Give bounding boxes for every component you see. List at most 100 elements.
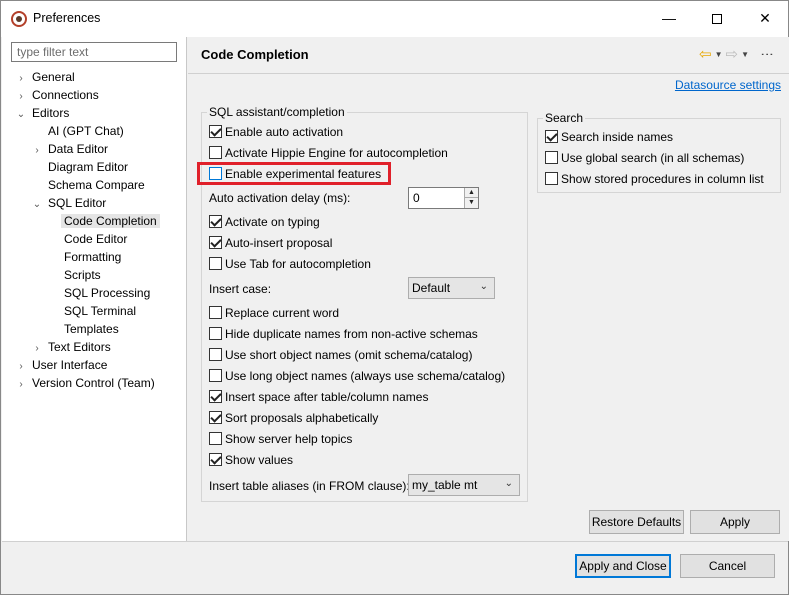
checkbox-box[interactable] [209,215,222,228]
preference-page: Code Completion ⇦ ▼ ⇨ ▼ ⋮ Datasource set… [188,37,789,541]
back-dropdown-icon[interactable]: ▼ [715,50,723,59]
preferences-window: Preferences — ✕ type filter text › Genera… [0,0,789,595]
checkbox-box[interactable] [209,390,222,403]
checkbox-box[interactable] [209,146,222,159]
spin-up-icon[interactable]: ▲ [465,188,478,198]
more-options-icon[interactable]: ⋮ [760,48,775,60]
sort-alpha-checkbox[interactable]: Sort proposals alphabetically [209,410,378,426]
spin-down-icon[interactable]: ▼ [465,198,478,208]
checkbox-box[interactable] [209,348,222,361]
close-button[interactable]: ✕ [742,1,788,35]
short-names-checkbox[interactable]: Use short object names (omit schema/cata… [209,347,472,363]
replace-word-checkbox[interactable]: Replace current word [209,305,339,321]
tree-item-label: Version Control (Team) [32,376,155,390]
chevron-down-icon[interactable]: ⌄ [16,106,26,124]
search-inside-names-checkbox[interactable]: Search inside names [545,129,673,145]
maximize-button[interactable] [694,1,740,35]
tree-item[interactable]: › Data Editor [32,140,108,158]
tree-item-label: Diagram Editor [48,160,129,174]
tree-item[interactable]: SQL Processing [48,284,150,302]
cancel-button[interactable]: Cancel [680,554,775,578]
alias-label: Insert table aliases (in FROM clause): [209,479,410,493]
show-values-checkbox[interactable]: Show values [209,452,293,468]
page-header: Code Completion ⇦ ▼ ⇨ ▼ ⋮ [188,37,789,73]
checkbox-box[interactable] [545,130,558,143]
insert-space-checkbox[interactable]: Insert space after table/column names [209,389,428,405]
tree-item-label: Connections [32,88,99,102]
experimental-features-checkbox[interactable]: Enable experimental features [209,166,381,182]
tree-item-label: General [32,70,75,84]
tree-item[interactable]: ⌄ Editors [16,104,70,124]
tree-item[interactable]: › General [16,68,75,86]
delay-label: Auto activation delay (ms): [209,191,351,205]
checkbox-box[interactable] [545,172,558,185]
enable-auto-activation-checkbox[interactable]: Enable auto activation [209,124,343,140]
checkbox-box[interactable] [209,306,222,319]
checkbox-box[interactable] [209,369,222,382]
apply-button[interactable]: Apply [690,510,780,534]
page-title: Code Completion [201,47,309,62]
tree-item[interactable]: Diagram Editor [32,158,128,176]
sql-assistant-legend: SQL assistant/completion [209,105,345,119]
header-divider [188,73,789,74]
tree-item[interactable]: Formatting [48,248,121,266]
restore-defaults-button[interactable]: Restore Defaults [589,510,684,534]
tree-item[interactable]: SQL Terminal [48,302,136,320]
search-legend: Search [545,111,584,125]
tree-item-label: AI (GPT Chat) [48,124,124,138]
hide-duplicates-checkbox[interactable]: Hide duplicate names from non-active sch… [209,326,478,342]
chevron-down-icon[interactable]: ⌄ [32,196,42,214]
tree-item[interactable]: AI (GPT Chat) [32,122,124,140]
filter-input[interactable]: type filter text [11,42,177,62]
checkbox-box[interactable] [209,167,222,180]
checkbox-box[interactable] [209,257,222,270]
activate-on-typing-checkbox[interactable]: Activate on typing [209,214,320,230]
checkbox-box[interactable] [209,453,222,466]
title-bar: Preferences — ✕ [1,1,788,37]
tree-item[interactable]: Code Editor [48,230,127,248]
delay-spinner[interactable]: 0 ▲ ▼ [408,187,479,209]
tree-item-label: User Interface [32,358,108,372]
maximize-icon [712,14,722,25]
tree-item[interactable]: › User Interface [16,356,107,374]
tree-item[interactable]: › Text Editors [32,338,111,356]
tree-item[interactable]: Schema Compare [32,176,145,194]
checkbox-box[interactable] [209,236,222,249]
checkbox-box[interactable] [209,327,222,340]
stored-procedures-checkbox[interactable]: Show stored procedures in column list [545,171,764,187]
tree-item-label: Code Editor [64,232,128,246]
bottom-divider [2,541,788,542]
alias-select[interactable]: my_table mt ⌄ [408,474,520,496]
back-arrow-icon[interactable]: ⇦ [699,45,712,63]
tree-item[interactable]: › Connections [16,86,99,104]
checkbox-box[interactable] [209,411,222,424]
chevron-down-icon: ⌄ [479,281,488,292]
datasource-settings-link[interactable]: Datasource settings [675,78,781,92]
checkbox-box[interactable] [545,151,558,164]
tree-item-label: Text Editors [48,340,111,354]
use-tab-checkbox[interactable]: Use Tab for autocompletion [209,256,371,272]
global-search-checkbox[interactable]: Use global search (in all schemas) [545,150,744,166]
auto-insert-checkbox[interactable]: Auto-insert proposal [209,235,332,251]
forward-arrow-icon[interactable]: ⇨ [726,45,739,63]
tree-item[interactable]: Templates [48,320,119,338]
insert-case-select[interactable]: Default ⌄ [408,277,495,299]
tree-item[interactable]: Code Completion [48,212,160,230]
delay-value[interactable]: 0 [413,191,420,205]
tree-item[interactable]: › Version Control (Team) [16,374,155,394]
insert-case-label: Insert case: [209,282,272,296]
forward-dropdown-icon[interactable]: ▼ [741,50,749,59]
server-help-checkbox[interactable]: Show server help topics [209,431,352,447]
checkbox-box[interactable] [209,125,222,138]
apply-and-close-button[interactable]: Apply and Close [575,554,671,578]
chevron-right-icon[interactable]: › [16,376,26,394]
checkbox-box[interactable] [209,432,222,445]
minimize-button[interactable]: — [646,1,692,35]
chevron-down-icon: ⌄ [504,478,513,489]
long-names-checkbox[interactable]: Use long object names (always use schema… [209,368,505,384]
tree-item[interactable]: ⌄ SQL Editor [32,194,106,212]
tree-item-label: SQL Processing [64,286,151,300]
tree-item-label: Schema Compare [48,178,145,192]
tree-item[interactable]: Scripts [48,266,101,284]
hippie-engine-checkbox[interactable]: Activate Hippie Engine for autocompletio… [209,145,448,161]
